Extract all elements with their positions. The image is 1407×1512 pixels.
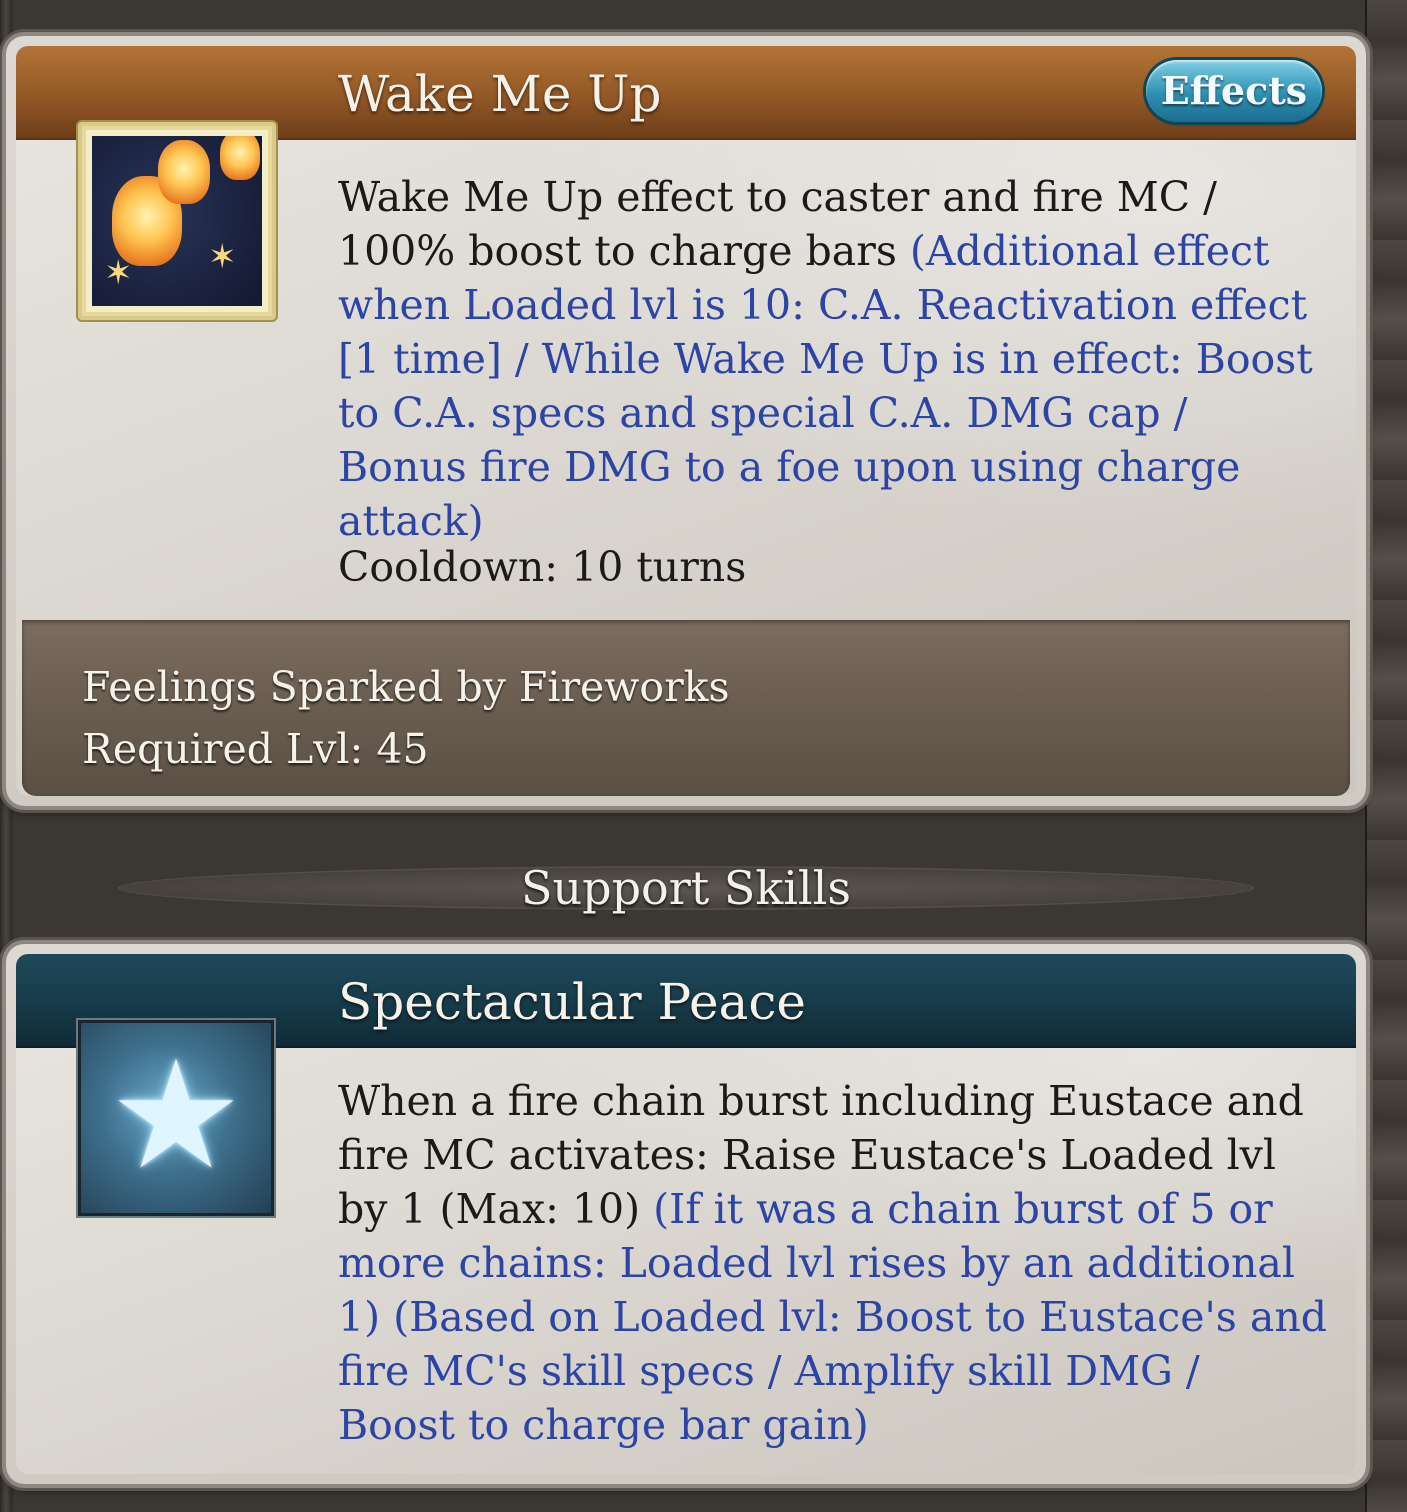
unlock-name: Feelings Sparked by Fireworks: [82, 663, 730, 711]
support-skill-title: Spectacular Peace: [338, 973, 806, 1031]
skill-unlock-bar: Feelings Sparked by Fireworks Required L…: [22, 620, 1350, 796]
skill-card: Wake Me Up Effects ✶ ✶ Wake Me Up effect…: [6, 36, 1366, 806]
effects-button[interactable]: Effects: [1146, 60, 1322, 122]
skill-cooldown: Cooldown: 10 turns: [338, 543, 747, 591]
section-title: Support Skills: [521, 861, 851, 915]
skill-card-body: Wake Me Up Effects ✶ ✶ Wake Me Up effect…: [16, 46, 1356, 796]
scroll-rail[interactable]: [1365, 0, 1407, 1512]
section-header: Support Skills: [120, 852, 1252, 924]
required-level: Required Lvl: 45: [82, 725, 429, 773]
support-skill-card-body: Spectacular Peace ★ When a fire chain bu…: [16, 954, 1356, 1474]
star-icon: ★: [78, 1020, 274, 1216]
lantern-icon: ✶ ✶: [78, 122, 276, 320]
skill-title: Wake Me Up: [338, 65, 662, 123]
skill-description: Wake Me Up effect to caster and fire MC …: [338, 170, 1328, 548]
support-skill-description: When a fire chain burst including Eustac…: [338, 1074, 1328, 1452]
support-skill-card: Spectacular Peace ★ When a fire chain bu…: [6, 944, 1366, 1484]
